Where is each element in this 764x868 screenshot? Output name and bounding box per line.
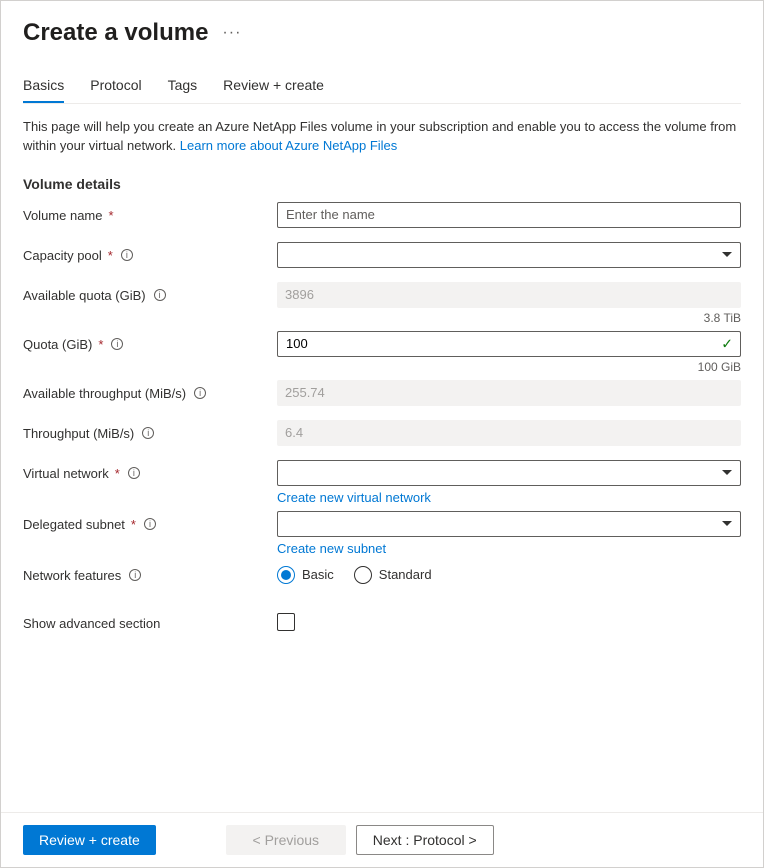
chevron-down-icon [722, 470, 732, 475]
capacity-pool-label: Capacity pool [23, 248, 102, 263]
info-icon[interactable]: i [154, 289, 166, 301]
more-icon[interactable]: ··· [222, 25, 241, 41]
quota-input[interactable] [277, 331, 741, 357]
capacity-pool-select[interactable] [277, 242, 741, 268]
tab-tags[interactable]: Tags [168, 77, 198, 103]
info-icon[interactable]: i [128, 467, 140, 479]
tab-bar: Basics Protocol Tags Review + create [23, 77, 741, 104]
throughput-label: Throughput (MiB/s) [23, 426, 134, 441]
network-features-label: Network features [23, 568, 121, 583]
available-quota-value: 3896 [277, 282, 741, 308]
required-mark: * [109, 208, 114, 223]
tab-basics[interactable]: Basics [23, 77, 64, 103]
required-mark: * [131, 517, 136, 532]
throughput-value: 6.4 [277, 420, 741, 446]
review-create-button[interactable]: Review + create [23, 825, 156, 855]
intro-link[interactable]: Learn more about Azure NetApp Files [180, 138, 398, 153]
delegated-subnet-select[interactable] [277, 511, 741, 537]
quota-label: Quota (GiB) [23, 337, 92, 352]
create-vnet-link[interactable]: Create new virtual network [277, 490, 741, 505]
info-icon[interactable]: i [144, 518, 156, 530]
available-quota-label: Available quota (GiB) [23, 288, 146, 303]
radio-icon [354, 566, 372, 584]
section-title: Volume details [23, 176, 741, 192]
delegated-subnet-label: Delegated subnet [23, 517, 125, 532]
tab-protocol[interactable]: Protocol [90, 77, 141, 103]
available-throughput-label: Available throughput (MiB/s) [23, 386, 186, 401]
radio-standard[interactable]: Standard [354, 566, 432, 584]
required-mark: * [98, 337, 103, 352]
previous-button: < Previous [226, 825, 346, 855]
show-advanced-label: Show advanced section [23, 616, 160, 631]
radio-standard-label: Standard [379, 567, 432, 582]
required-mark: * [115, 466, 120, 481]
create-subnet-link[interactable]: Create new subnet [277, 541, 741, 556]
required-mark: * [108, 248, 113, 263]
quota-hint: 100 GiB [277, 360, 741, 374]
virtual-network-select[interactable] [277, 460, 741, 486]
info-icon[interactable]: i [194, 387, 206, 399]
radio-basic[interactable]: Basic [277, 566, 334, 584]
available-throughput-value: 255.74 [277, 380, 741, 406]
chevron-down-icon [722, 521, 732, 526]
show-advanced-checkbox[interactable] [277, 613, 295, 631]
radio-icon [277, 566, 295, 584]
network-features-radio-group: Basic Standard [277, 562, 741, 584]
footer: Review + create < Previous Next : Protoc… [1, 812, 763, 867]
info-icon[interactable]: i [142, 427, 154, 439]
radio-basic-label: Basic [302, 567, 334, 582]
available-quota-hint: 3.8 TiB [277, 311, 741, 325]
intro-text: This page will help you create an Azure … [23, 118, 741, 156]
next-button[interactable]: Next : Protocol > [356, 825, 494, 855]
page-title: Create a volume [23, 19, 208, 47]
info-icon[interactable]: i [129, 569, 141, 581]
volume-name-input[interactable] [277, 202, 741, 228]
info-icon[interactable]: i [111, 338, 123, 350]
volume-name-label: Volume name [23, 208, 103, 223]
virtual-network-label: Virtual network [23, 466, 109, 481]
chevron-down-icon [722, 252, 732, 257]
tab-review-create[interactable]: Review + create [223, 77, 324, 103]
info-icon[interactable]: i [121, 249, 133, 261]
